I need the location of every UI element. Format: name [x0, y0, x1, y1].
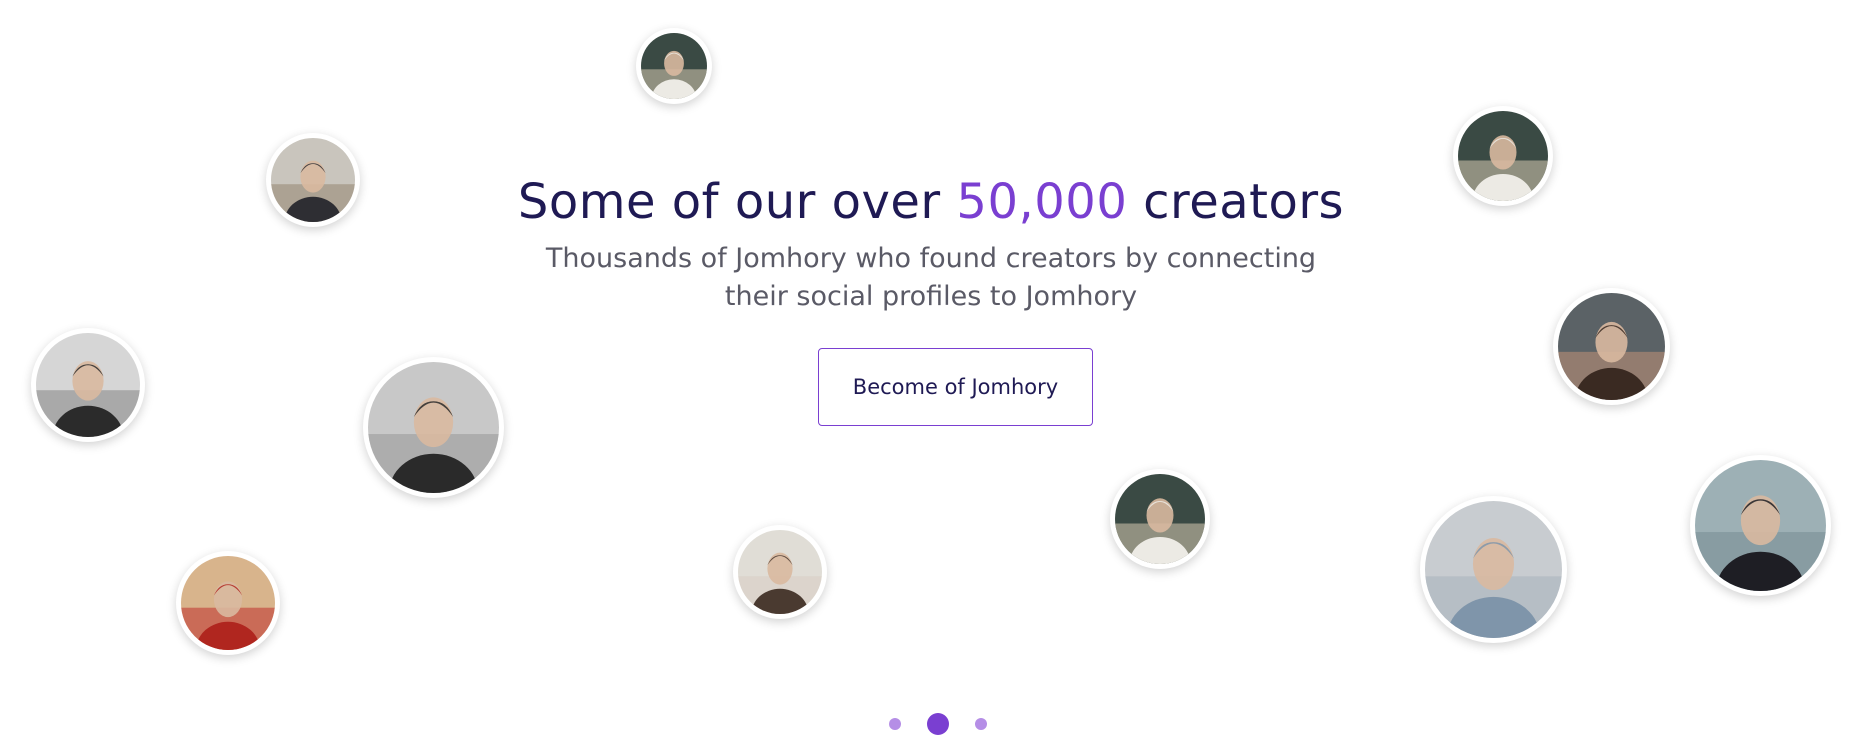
- creators-section: Some of our over 50,000 creators Thousan…: [0, 0, 1862, 735]
- creator-hoodie-stairs-1-photo: [641, 33, 707, 99]
- creator-woman-closeup[interactable]: [733, 525, 827, 619]
- creator-woman-closeup-photo: [738, 530, 822, 614]
- carousel-pagination: [0, 713, 1862, 735]
- creator-bw-portrait-man-photo: [36, 333, 140, 437]
- title-prefix: Some of our over: [517, 174, 957, 230]
- creator-bw-curly-hair[interactable]: [363, 357, 504, 498]
- creator-woman-dark-hair[interactable]: [1690, 455, 1831, 596]
- creator-sunglasses-denim-photo: [1425, 501, 1562, 638]
- creator-bearded-shirtless-photo: [1558, 293, 1665, 400]
- carousel-dot-2-active[interactable]: [927, 713, 949, 735]
- creator-hoodie-stairs-1[interactable]: [636, 28, 712, 104]
- title-highlight: 50,000: [956, 174, 1128, 230]
- carousel-dot-1[interactable]: [889, 718, 901, 730]
- title-suffix: creators: [1127, 174, 1345, 230]
- section-title: Some of our over 50,000 creators: [0, 172, 1862, 232]
- creator-bw-portrait-man[interactable]: [31, 328, 145, 442]
- creator-sunglasses-denim[interactable]: [1420, 496, 1567, 643]
- creator-red-hoodie[interactable]: [176, 551, 280, 655]
- creator-red-hoodie-photo: [181, 556, 275, 650]
- creator-hoodie-stairs-3[interactable]: [1110, 469, 1210, 569]
- carousel-dot-3[interactable]: [975, 718, 987, 730]
- creator-hoodie-stairs-3-photo: [1115, 474, 1205, 564]
- creator-woman-dark-hair-photo: [1695, 460, 1826, 591]
- creator-bw-curly-hair-photo: [368, 362, 499, 493]
- creator-bearded-shirtless[interactable]: [1553, 288, 1670, 405]
- become-member-button[interactable]: Become of Jomhory: [818, 348, 1093, 426]
- section-subtitle: Thousands of Jomhory who found creators …: [545, 243, 1317, 312]
